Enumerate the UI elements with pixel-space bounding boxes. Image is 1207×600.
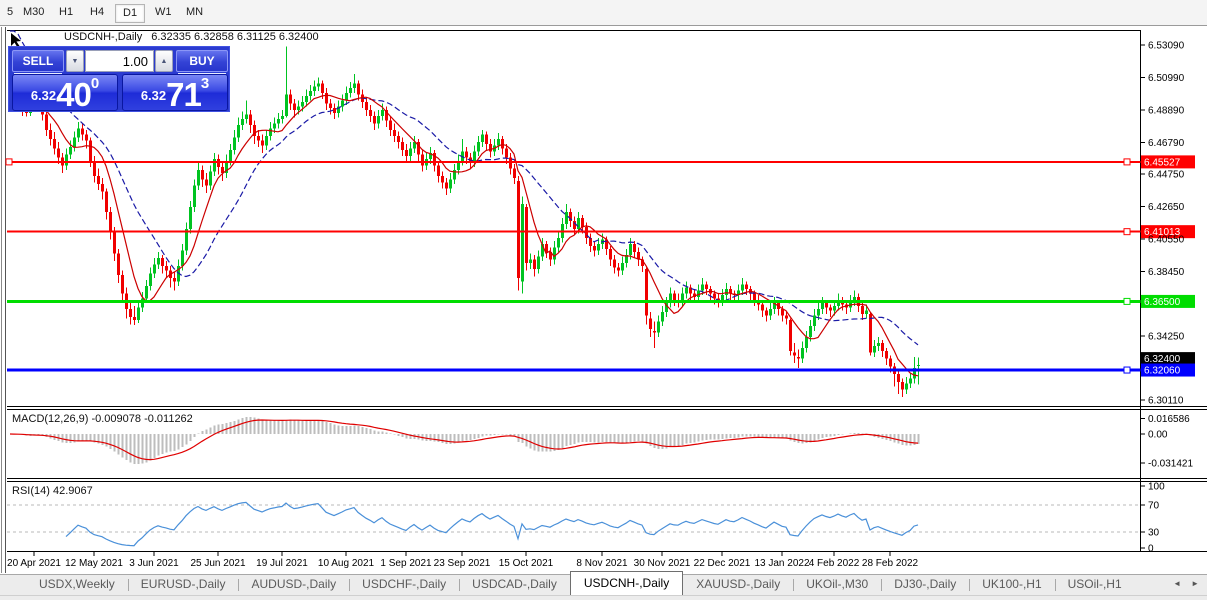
buy-button[interactable]: BUY	[176, 50, 228, 72]
buy-price-button[interactable]: 6.32713	[122, 74, 228, 113]
svg-text:12 May 2021: 12 May 2021	[65, 558, 123, 569]
svg-text:10 Aug 2021: 10 Aug 2021	[318, 558, 375, 569]
svg-text:6.48890: 6.48890	[1148, 105, 1185, 116]
svg-text:-0.031421: -0.031421	[1148, 459, 1193, 470]
hline-6.45527[interactable]	[5, 158, 1141, 166]
svg-text:15 Oct 2021: 15 Oct 2021	[499, 558, 554, 569]
macd-axis: 0.016586 0.00 -0.031421	[1140, 414, 1193, 470]
svg-text:6.40550: 6.40550	[1148, 234, 1185, 245]
svg-text:6.34250: 6.34250	[1148, 332, 1185, 343]
sell-price-button[interactable]: 6.32400	[12, 74, 118, 113]
svg-text:4 Feb 2022: 4 Feb 2022	[809, 558, 860, 569]
current-price-tag: 6.32400	[1141, 352, 1195, 366]
one-click-trade-panel: SELL ▼ ▲ BUY 6.32400 6.32713	[8, 46, 230, 112]
price-tag-6.45527: 6.45527	[1141, 155, 1195, 169]
chart-ohlc-values: 6.32335 6.32858 6.31125 6.32400	[151, 31, 319, 43]
macd-indicator-label: MACD(12,26,9) -0.009078 -0.011262	[12, 413, 193, 425]
svg-text:13 Jan 2022: 13 Jan 2022	[754, 558, 809, 569]
svg-text:6.53090: 6.53090	[1148, 41, 1185, 52]
tab-symbol-xauusd[interactable]: XAUUSD-,Daily	[683, 575, 793, 595]
svg-text:3 Jun 2021: 3 Jun 2021	[129, 558, 179, 569]
svg-text:0.00: 0.00	[1148, 430, 1168, 441]
tab-symbol-audusd[interactable]: AUDUSD-,Daily	[238, 575, 349, 595]
date-axis: 20 Apr 2021 12 May 2021 3 Jun 2021 25 Jun 2…	[7, 552, 919, 569]
price-tag-6.32060: 6.32060	[1141, 363, 1195, 377]
buy-price-prefix: 6.32	[140, 88, 167, 103]
chevron-up-icon: ▲	[160, 58, 168, 65]
svg-text:6.38450: 6.38450	[1148, 267, 1185, 278]
hline-6.32060[interactable]	[7, 366, 1141, 374]
status-strip	[0, 595, 1207, 600]
symbol-tab-bar: USDX,Weekly EURUSD-,Daily AUDUSD-,Daily …	[0, 571, 1207, 595]
svg-text:30: 30	[1148, 528, 1160, 539]
svg-text:6.42650: 6.42650	[1148, 202, 1185, 213]
svg-text:6.45527: 6.45527	[1144, 157, 1181, 168]
tab-symbol-usdcnh[interactable]: USDCNH-,Daily	[569, 571, 684, 595]
rsi-indicator-label: RSI(14) 42.9067	[12, 485, 93, 497]
hline-handle[interactable]	[1123, 297, 1131, 305]
svg-text:6.50990: 6.50990	[1148, 73, 1185, 84]
svg-text:8 Nov 2021: 8 Nov 2021	[576, 558, 628, 569]
tab-symbol-usdcad[interactable]: USDCAD-,Daily	[459, 575, 570, 595]
svg-text:30 Nov 2021: 30 Nov 2021	[634, 558, 691, 569]
sell-price-main: 40	[56, 76, 92, 113]
chevron-down-icon: ▼	[71, 58, 79, 65]
hline-handle[interactable]	[1123, 228, 1131, 236]
svg-text:6.30110: 6.30110	[1148, 396, 1184, 407]
svg-text:6.32400: 6.32400	[1144, 354, 1181, 365]
tab-symbol-eurusd[interactable]: EURUSD-,Daily	[127, 575, 239, 595]
svg-text:20 Apr 2021: 20 Apr 2021	[7, 558, 61, 569]
hline-handle[interactable]	[1123, 158, 1131, 166]
svg-text:28 Feb 2022: 28 Feb 2022	[862, 558, 919, 569]
hline-handle[interactable]	[5, 158, 13, 166]
svg-text:6.36500: 6.36500	[1144, 297, 1181, 308]
svg-text:6.32060: 6.32060	[1144, 366, 1181, 377]
svg-text:6.46790: 6.46790	[1148, 138, 1185, 149]
tab-symbol-uk100[interactable]: UK100-,H1	[969, 575, 1054, 595]
svg-text:22 Dec 2021: 22 Dec 2021	[694, 558, 751, 569]
svg-text:25 Jun 2021: 25 Jun 2021	[190, 558, 245, 569]
svg-text:0: 0	[1148, 544, 1154, 555]
chart-title: USDCNH-,Daily 6.32335 6.32858 6.31125 6.3…	[64, 31, 319, 43]
svg-text:19 Jul 2021: 19 Jul 2021	[256, 558, 308, 569]
scroll-tabs-right-icon[interactable]: ►	[1191, 578, 1199, 590]
volume-decrease-button[interactable]: ▼	[66, 50, 84, 72]
sell-button[interactable]: SELL	[12, 50, 64, 72]
volume-input[interactable]	[85, 50, 154, 72]
price-axis: 6.53090 6.50990 6.48890 6.46790 6.44750 6.426…	[1140, 41, 1185, 407]
tab-symbol-usdchf[interactable]: USDCHF-,Daily	[349, 575, 459, 595]
rsi-axis: 100 70 30 0	[1140, 482, 1165, 555]
rsi-pane	[65, 501, 919, 547]
tab-symbol-dj30[interactable]: DJ30-,Daily	[881, 575, 969, 595]
tab-symbol-usdx[interactable]: USDX,Weekly	[26, 575, 128, 595]
hline-6.41013[interactable]	[7, 228, 1141, 236]
volume-increase-button[interactable]: ▲	[155, 50, 173, 72]
sell-price-pip: 0	[90, 75, 100, 92]
price-tag-6.36500: 6.36500	[1141, 294, 1195, 308]
svg-text:1 Sep 2021: 1 Sep 2021	[380, 558, 432, 569]
chart-symbol-label: USDCNH-,Daily	[64, 31, 143, 43]
svg-text:70: 70	[1148, 501, 1160, 512]
svg-text:23 Sep 2021: 23 Sep 2021	[434, 558, 491, 569]
mt4-window: 5 M30 H1 H4 D1 W1 MN 6.32400 6.45527 6.410…	[0, 0, 1207, 600]
svg-text:0.016586: 0.016586	[1148, 414, 1190, 425]
svg-text:100: 100	[1148, 482, 1165, 493]
tab-symbol-usoil[interactable]: USOil-,H1	[1054, 575, 1135, 595]
tab-scroll-controls: ◄ ►	[1173, 578, 1199, 590]
tab-symbol-ukoil[interactable]: UKOil-,M30	[793, 575, 881, 595]
buy-price-main: 71	[166, 76, 202, 113]
buy-price-pip: 3	[200, 75, 210, 92]
hline-6.36500[interactable]	[7, 297, 1141, 305]
hline-handle[interactable]	[1123, 366, 1131, 374]
scroll-tabs-left-icon[interactable]: ◄	[1173, 578, 1181, 590]
svg-text:6.44750: 6.44750	[1148, 169, 1185, 180]
sell-price-prefix: 6.32	[30, 88, 57, 103]
